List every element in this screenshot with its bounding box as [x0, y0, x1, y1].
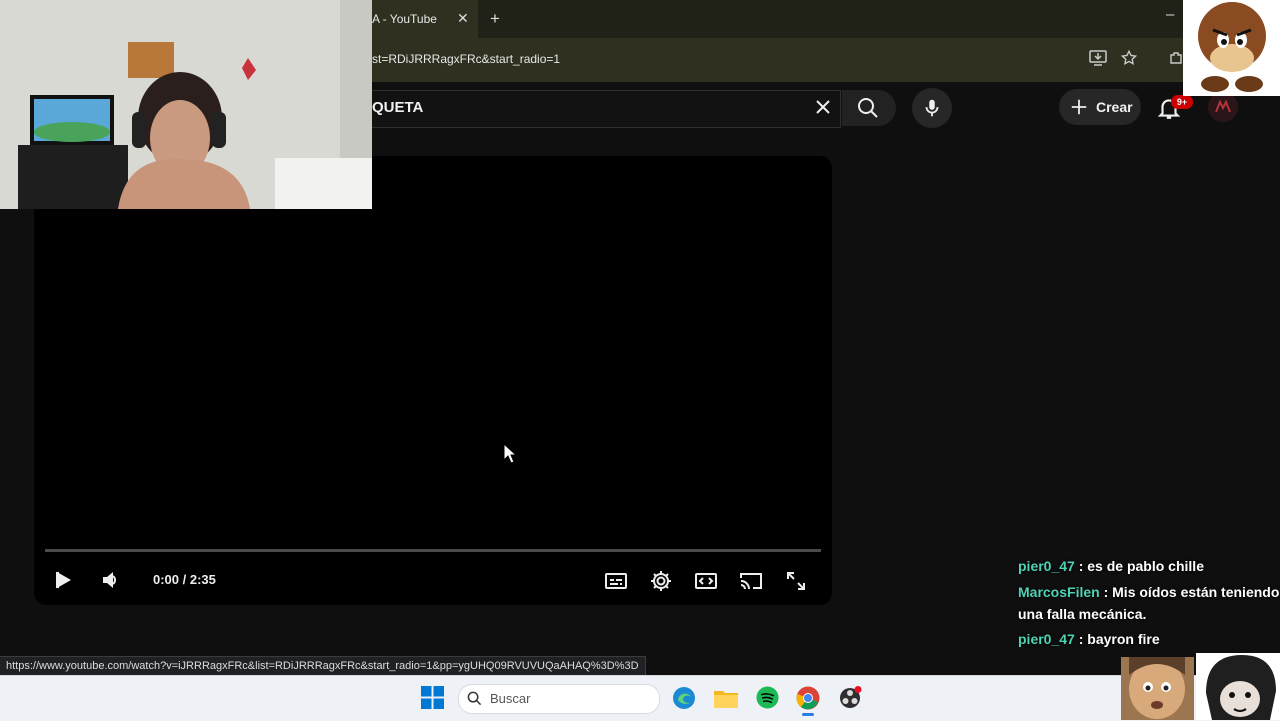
cast-icon[interactable]	[739, 569, 763, 593]
voice-search-button[interactable]	[912, 88, 952, 128]
goomba-image	[1183, 0, 1280, 96]
settings-gear-icon[interactable]	[649, 569, 673, 593]
taskbar-search[interactable]	[458, 684, 660, 714]
character-image	[1196, 653, 1280, 720]
chat-text: : es de pablo chille	[1078, 558, 1204, 574]
file-explorer-icon[interactable]	[713, 686, 739, 710]
webcam-overlay	[0, 0, 372, 209]
chat-username: MarcosFilen	[1018, 584, 1100, 600]
chrome-icon[interactable]	[796, 686, 820, 710]
search-input[interactable]	[372, 90, 841, 128]
character-sticker-right	[1196, 653, 1280, 720]
progress-bar[interactable]	[45, 549, 821, 552]
character-image	[1121, 657, 1194, 720]
extensions-icon[interactable]	[1168, 50, 1184, 66]
windows-start-icon[interactable]	[421, 686, 444, 709]
character-sticker-left	[1121, 657, 1194, 720]
search-icon	[467, 691, 482, 706]
goomba-sticker	[1183, 0, 1280, 96]
search-query: QUETA	[372, 99, 424, 116]
edge-icon[interactable]	[672, 686, 696, 710]
search-button[interactable]	[842, 90, 896, 126]
clear-search-icon[interactable]	[812, 96, 834, 118]
tab-title: A - YouTube	[372, 12, 437, 26]
chat-message: pier0_47 : bayron fire	[1018, 628, 1280, 650]
microphone-icon	[925, 99, 939, 117]
video-player[interactable]	[34, 156, 832, 605]
chat-message: MarcosFilen : Mis oídos están teniendo u…	[1018, 581, 1280, 625]
new-tab-button[interactable]: +	[490, 9, 500, 29]
play-icon[interactable]	[52, 568, 76, 592]
install-app-icon[interactable]	[1089, 50, 1107, 66]
account-avatar[interactable]	[1208, 92, 1238, 122]
fullscreen-icon[interactable]	[784, 569, 808, 593]
active-app-indicator	[802, 713, 814, 716]
volume-icon[interactable]	[99, 568, 123, 592]
mouse-cursor-icon	[503, 443, 517, 464]
theater-mode-icon[interactable]	[694, 569, 718, 593]
chat-username: pier0_47	[1018, 631, 1075, 647]
tab-close-icon[interactable]: ✕	[457, 10, 469, 27]
subtitles-icon[interactable]	[604, 569, 628, 593]
minimize-button[interactable]: –	[1166, 6, 1174, 23]
spotify-icon[interactable]	[756, 686, 779, 709]
time-display: 0:00 / 2:35	[153, 572, 216, 587]
chat-text: : bayron fire	[1078, 631, 1160, 647]
create-label: Crear	[1096, 99, 1133, 115]
notification-badge: 9+	[1171, 95, 1193, 109]
chat-username: pier0_47	[1018, 558, 1075, 574]
bookmark-star-icon[interactable]	[1120, 49, 1138, 67]
avatar-image-icon	[1208, 92, 1238, 122]
search-icon	[858, 98, 878, 118]
url-field[interactable]: st=RDiJRRRagxFRc&start_radio=1	[372, 52, 560, 66]
plus-icon	[1071, 99, 1087, 115]
obs-icon[interactable]	[838, 686, 862, 710]
taskbar-search-label: Buscar	[490, 691, 531, 706]
chat-message: pier0_47 : es de pablo chille	[1018, 555, 1280, 577]
webcam-feed-image	[0, 0, 372, 209]
status-url: https://www.youtube.com/watch?v=iJRRRagx…	[0, 656, 646, 676]
